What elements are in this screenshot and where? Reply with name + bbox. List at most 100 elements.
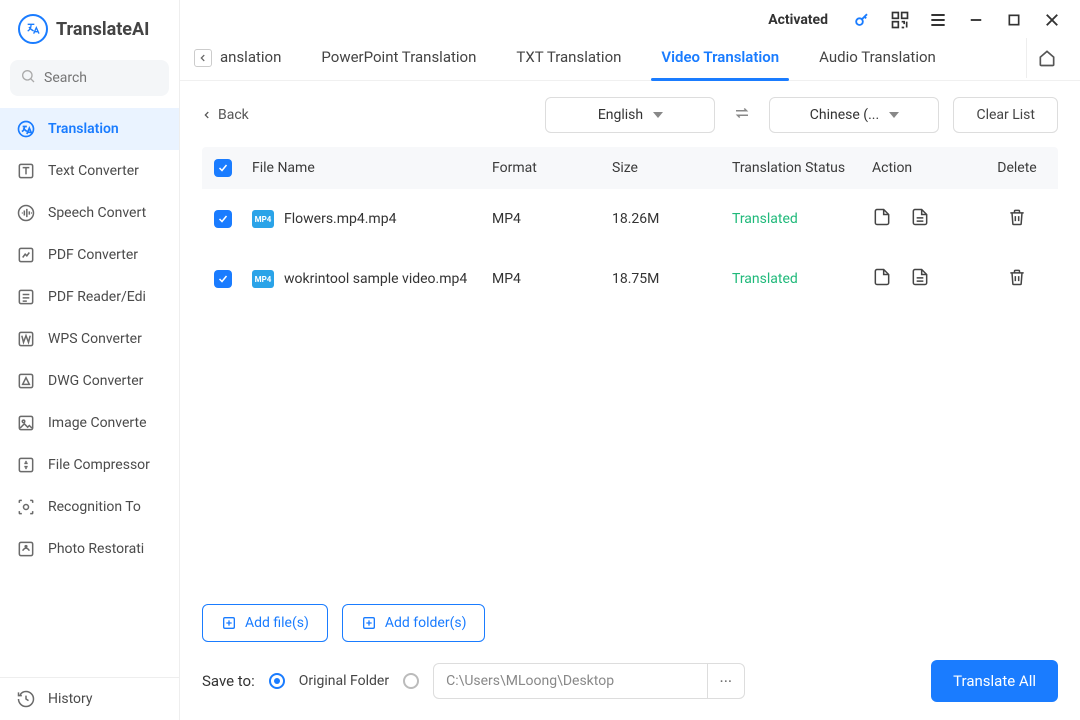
save-to-label: Save to: <box>202 672 255 690</box>
sidebar-item-pdf-reader[interactable]: PDF Reader/Edi <box>0 276 179 318</box>
sidebar-item-label: WPS Converter <box>48 331 142 347</box>
translate-icon <box>16 119 36 139</box>
search-wrap <box>0 54 179 108</box>
sidebar-item-label: Speech Convert <box>48 205 146 221</box>
open-folder-button[interactable] <box>872 207 892 231</box>
view-document-button[interactable] <box>910 207 930 231</box>
tab-audio[interactable]: Audio Translation <box>799 36 956 80</box>
sidebar-item-label: PDF Converter <box>48 247 138 263</box>
close-icon[interactable] <box>1042 10 1062 30</box>
sidebar-item-label: Photo Restorati <box>48 541 144 557</box>
sidebar-item-image-converter[interactable]: Image Converte <box>0 402 179 444</box>
translate-all-button[interactable]: Translate All <box>931 660 1058 702</box>
add-folders-button[interactable]: Add folder(s) <box>342 604 486 642</box>
home-icon[interactable] <box>1026 38 1066 78</box>
add-files-button[interactable]: Add file(s) <box>202 604 328 642</box>
search-box[interactable] <box>10 60 169 96</box>
main: Activated anslation PowerPoint Translati… <box>180 0 1080 720</box>
translation-status: Translated <box>732 271 872 287</box>
sidebar-item-photo-restoration[interactable]: Photo Restorati <box>0 528 179 570</box>
license-status: Activated <box>768 12 828 28</box>
sidebar-item-wps-converter[interactable]: WPS Converter <box>0 318 179 360</box>
add-files-label: Add file(s) <box>245 615 309 631</box>
sidebar-item-label: Text Converter <box>48 163 139 179</box>
browse-path-button[interactable]: ··· <box>708 663 746 699</box>
file-format: MP4 <box>492 211 612 227</box>
clear-list-button[interactable]: Clear List <box>953 97 1058 133</box>
file-table: File Name Format Size Translation Status… <box>180 141 1080 594</box>
controls-row: Back English Chinese (... Clear List <box>180 81 1080 141</box>
tab-powerpoint[interactable]: PowerPoint Translation <box>301 36 496 80</box>
key-icon[interactable] <box>852 10 872 30</box>
topbar: Activated <box>180 0 1080 36</box>
sidebar-item-recognition[interactable]: Recognition To <box>0 486 179 528</box>
sidebar-item-file-compressor[interactable]: File Compressor <box>0 444 179 486</box>
mp4-badge-icon: MP4 <box>252 270 274 288</box>
sidebar-item-label: DWG Converter <box>48 373 143 389</box>
tab-video[interactable]: Video Translation <box>641 36 799 80</box>
table-row: MP4 Flowers.mp4.mp4 MP4 18.26M Translate… <box>202 189 1058 249</box>
target-language-select[interactable]: Chinese (... <box>769 97 939 133</box>
dwg-icon <box>16 371 36 391</box>
minimize-icon[interactable] <box>966 10 986 30</box>
sidebar-item-label: History <box>48 691 93 707</box>
chevron-down-icon <box>653 112 663 118</box>
sidebar-item-label: Translation <box>48 121 119 137</box>
tabs-row: anslation PowerPoint Translation TXT Tra… <box>180 36 1080 81</box>
delete-button[interactable] <box>1007 267 1027 291</box>
search-icon <box>20 68 36 88</box>
sidebar-item-speech-convert[interactable]: Speech Convert <box>0 192 179 234</box>
row-checkbox[interactable] <box>214 270 232 288</box>
file-name: Flowers.mp4.mp4 <box>284 211 396 227</box>
delete-button[interactable] <box>1007 207 1027 231</box>
swap-languages-button[interactable] <box>729 100 755 130</box>
menu-icon[interactable] <box>928 10 948 30</box>
radio-original-folder[interactable] <box>269 673 285 689</box>
filename-cell: MP4 wokrintool sample video.mp4 <box>252 270 492 288</box>
image-icon <box>16 413 36 433</box>
column-header-action: Action <box>872 160 982 176</box>
text-icon <box>16 161 36 181</box>
sidebar-item-history[interactable]: History <box>0 678 179 720</box>
select-all-checkbox[interactable] <box>214 159 232 177</box>
app-brand-name: TranslateAI <box>56 19 149 40</box>
custom-path-input[interactable]: C:\Users\MLoong\Desktop <box>433 663 707 699</box>
column-header-size: Size <box>612 160 732 176</box>
mp4-badge-icon: MP4 <box>252 210 274 228</box>
sidebar-items: Translation Text Converter Speech Conver… <box>0 108 179 677</box>
back-button[interactable]: Back <box>202 107 249 123</box>
sidebar-item-translation[interactable]: Translation <box>0 108 179 150</box>
maximize-icon[interactable] <box>1004 10 1024 30</box>
sidebar-item-text-converter[interactable]: Text Converter <box>0 150 179 192</box>
table-row: MP4 wokrintool sample video.mp4 MP4 18.7… <box>202 249 1058 309</box>
row-checkbox[interactable] <box>214 210 232 228</box>
file-name: wokrintool sample video.mp4 <box>284 271 467 287</box>
source-language-select[interactable]: English <box>545 97 715 133</box>
tabs-scroll-left[interactable] <box>194 49 212 67</box>
sidebar-item-pdf-converter[interactable]: PDF Converter <box>0 234 179 276</box>
tab-txt[interactable]: TXT Translation <box>496 36 641 80</box>
speech-icon <box>16 203 36 223</box>
pdf-icon <box>16 245 36 265</box>
radio-custom-path[interactable] <box>403 673 419 689</box>
qr-icon[interactable] <box>890 10 910 30</box>
search-input[interactable] <box>44 70 159 86</box>
sidebar-item-label: PDF Reader/Edi <box>48 289 146 305</box>
sidebar: TranslateAI Translation Text Converter S… <box>0 0 180 720</box>
view-document-button[interactable] <box>910 267 930 291</box>
column-header-status: Translation Status <box>732 160 872 176</box>
app-logo-icon <box>18 14 48 44</box>
file-size: 18.75M <box>612 271 732 287</box>
add-folder-icon <box>361 615 377 631</box>
open-folder-button[interactable] <box>872 267 892 291</box>
sidebar-item-dwg-converter[interactable]: DWG Converter <box>0 360 179 402</box>
save-row: Save to: Original Folder C:\Users\MLoong… <box>180 650 1080 720</box>
history-icon <box>16 689 36 709</box>
filename-cell: MP4 Flowers.mp4.mp4 <box>252 210 492 228</box>
sidebar-item-label: File Compressor <box>48 457 150 473</box>
source-language-value: English <box>598 107 643 123</box>
tab-partial[interactable]: anslation <box>216 36 301 80</box>
translation-status: Translated <box>732 211 872 227</box>
column-header-format: Format <box>492 160 612 176</box>
column-header-filename: File Name <box>252 160 492 176</box>
